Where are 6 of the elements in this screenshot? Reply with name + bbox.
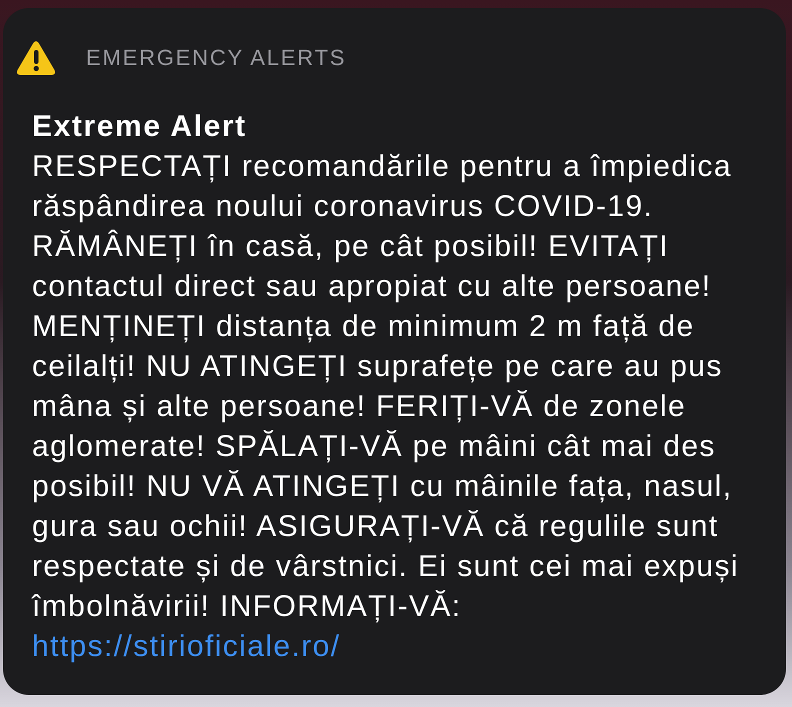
alert-card[interactable]	[3, 8, 786, 695]
website-link[interactable]: https://stirioficiale.ro/	[32, 630, 340, 663]
warning-icon	[16, 40, 56, 76]
app-name: EMERGENCY ALERTS	[86, 44, 346, 72]
alert-message: RESPECTAȚI recomandările pentru a împiedica răspândirea noului coronavirus COVID-19. RĂMÂNEȚI în casă, pe cât posibil! EVITAȚI contactul direct sau apropiat cu alte persoane! MENȚINEȚI distanța de minimum 2 m față de ceilalți! NU ATINGEȚI suprafețe pe care au pus mâna și alte persoane! FERIȚI-VĂ de zonele aglomerate! SPĂLAȚI-VĂ pe mâini cât mai des posibil! NU VĂ ATINGEȚI cu mâinile fața, nasul, gura sau ochii! ASIGURAȚI-VĂ că regulile sunt respectate și de vârstnici. Ei sunt cei mai expuși îmbolnăvirii! INFORMAȚI-VĂ: https://stirioficiale.ro/	[32, 149, 740, 665]
alert-title: Extreme Alert	[32, 109, 247, 145]
